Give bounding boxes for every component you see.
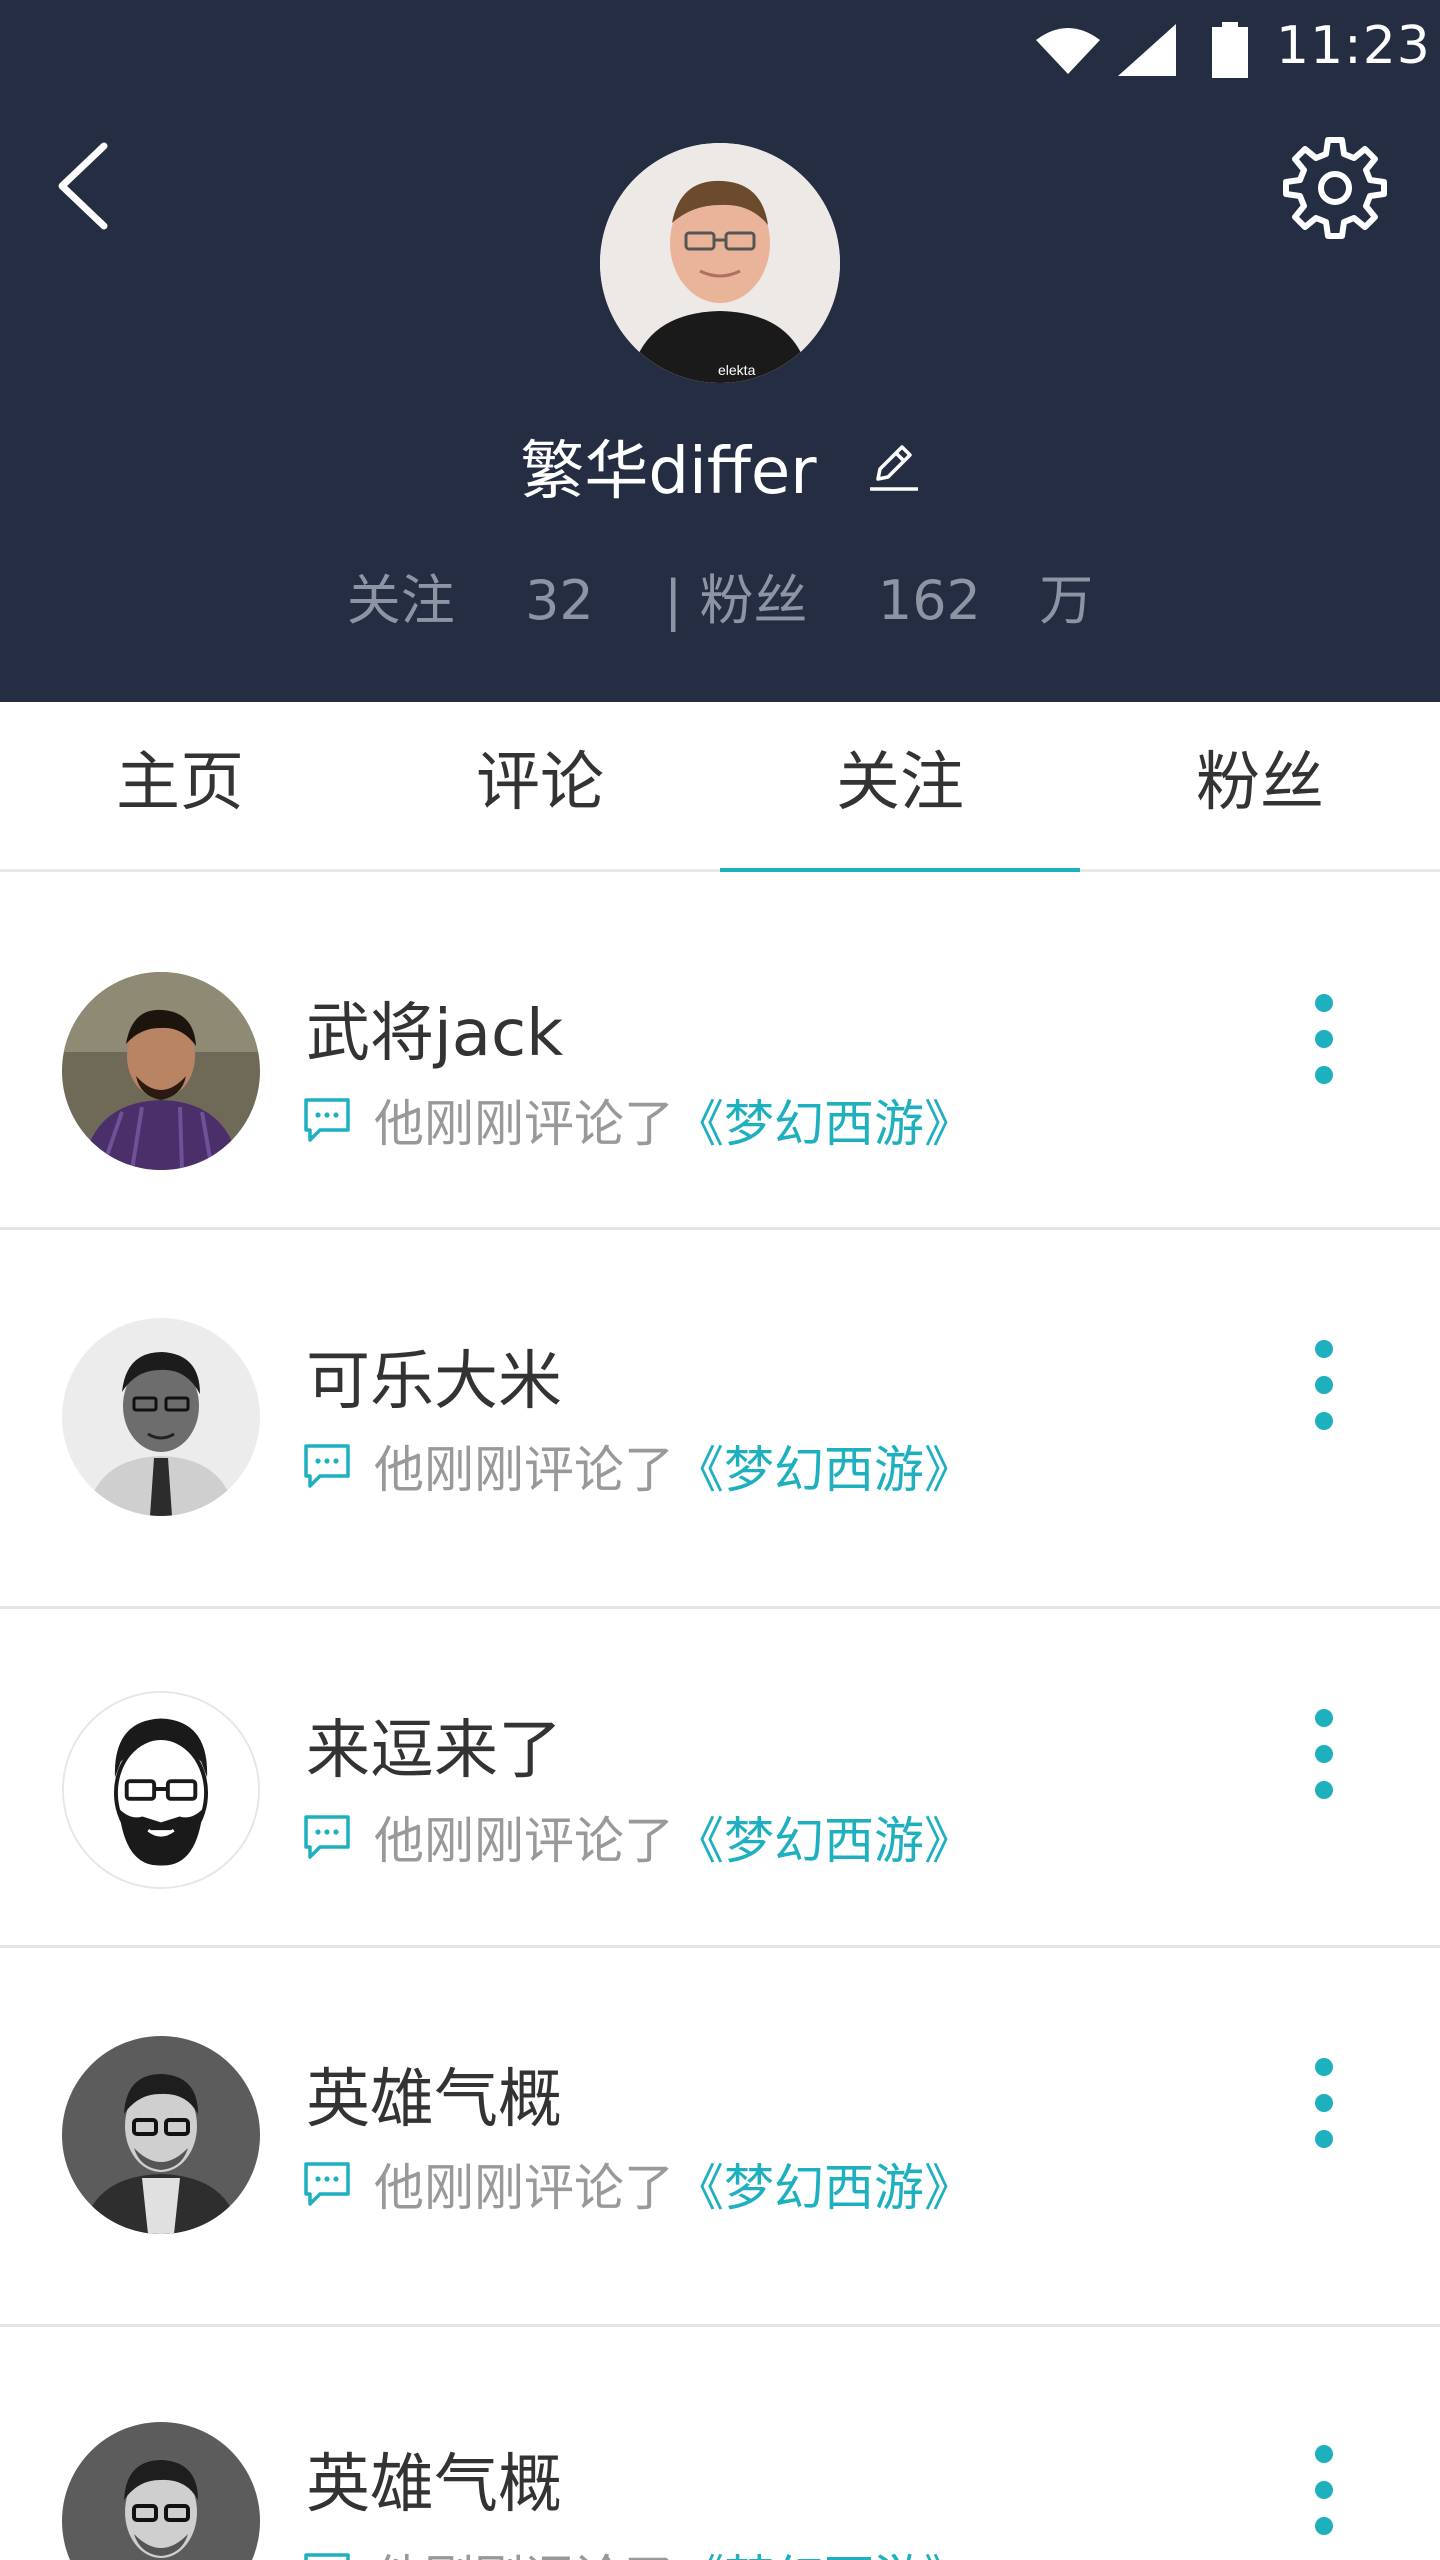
tab-comments[interactable]: 评论 [360,702,720,869]
avatar[interactable] [62,2422,260,2560]
game-link[interactable]: 《梦幻西游》 [674,1801,974,1873]
followers-unit: 万 [1039,569,1094,632]
back-arrow-icon [58,142,108,230]
stats-separator: | [664,569,683,632]
profile-header: 11:23 elekta 繁华differ 关注 32 | 粉丝 162 万 [0,0,1440,702]
list-item[interactable]: 英雄气概 他刚刚评论了 《梦幻西游》 [0,1948,1440,2327]
activity-line: 他刚刚评论了 《梦幻西游》 [302,1084,974,1156]
list-item[interactable]: 英雄气概 他刚刚评论了 《梦幻西游》 [0,2327,1440,2560]
activity-line: 他刚刚评论了 《梦幻西游》 [302,2148,974,2220]
profile-stats: 关注 32 | 粉丝 162 万 [0,556,1440,635]
profile-name-row: 繁华differ [0,420,1440,520]
back-button[interactable] [40,130,130,240]
tab-following[interactable]: 关注 [720,702,1080,872]
game-link[interactable]: 《梦幻西游》 [674,1084,974,1156]
gear-icon [1283,137,1387,239]
user-name[interactable]: 英雄气概 [306,2433,562,2525]
list-item[interactable]: 可乐大米 他刚刚评论了 《梦幻西游》 [0,1230,1440,1609]
activity-text: 他刚刚评论了 [374,2159,674,2217]
following-label[interactable]: 关注 [347,556,455,635]
activity-line: 他刚刚评论了 《梦幻西游》 [302,2539,974,2560]
svg-text:elekta: elekta [718,362,756,378]
profile-tabs: 主页 评论 关注 粉丝 [0,702,1440,872]
user-name[interactable]: 英雄气概 [306,2048,562,2140]
followers-count[interactable]: 162 [878,569,981,632]
avatar[interactable] [62,2036,260,2234]
pencil-icon[interactable] [866,439,920,493]
activity-text: 他刚刚评论了 [374,1812,674,1870]
avatar[interactable] [62,1691,260,1889]
wifi-icon [1036,28,1100,74]
comment-icon [304,1444,350,1488]
status-time: 11:23 [1276,16,1431,76]
more-vertical-icon[interactable] [1300,994,1348,1104]
comment-icon [304,2553,350,2560]
battery-icon [1212,22,1248,78]
tab-home[interactable]: 主页 [0,702,360,869]
game-link[interactable]: 《梦幻西游》 [674,1430,974,1502]
activity-text: 他刚刚评论了 [374,2539,674,2560]
more-vertical-icon[interactable] [1300,1709,1348,1819]
profile-avatar[interactable]: elekta [600,143,840,383]
profile-name: 繁华differ [520,435,817,509]
list-item[interactable]: 武将jack 他刚刚评论了 《梦幻西游》 [0,872,1440,1230]
followers-label[interactable]: 粉丝 [700,556,808,635]
signal-icon [1118,24,1176,76]
following-list: 武将jack 他刚刚评论了 《梦幻西游》 可乐大米 他刚刚评论了 《梦幻西游》 … [0,872,1440,2560]
settings-button[interactable] [1280,130,1390,240]
following-count[interactable]: 32 [525,569,594,632]
profile-avatar-image: elekta [600,143,840,383]
more-vertical-icon[interactable] [1300,2445,1348,2555]
activity-line: 他刚刚评论了 《梦幻西游》 [302,1801,974,1873]
user-name[interactable]: 可乐大米 [306,1330,562,1422]
user-name[interactable]: 来逗来了 [306,1699,562,1791]
activity-text: 他刚刚评论了 [374,1095,674,1153]
activity-line: 他刚刚评论了 《梦幻西游》 [302,1430,974,1502]
status-bar: 11:23 [0,0,1440,100]
avatar[interactable] [62,972,260,1170]
avatar[interactable] [62,1318,260,1516]
tab-fans[interactable]: 粉丝 [1080,702,1440,869]
list-item[interactable]: 来逗来了 他刚刚评论了 《梦幻西游》 [0,1609,1440,1948]
comment-icon [304,2162,350,2206]
game-link[interactable]: 《梦幻西游》 [674,2148,974,2220]
comment-icon [304,1098,350,1142]
more-vertical-icon[interactable] [1300,2058,1348,2168]
more-vertical-icon[interactable] [1300,1340,1348,1450]
user-name[interactable]: 武将jack [306,982,563,1074]
comment-icon [304,1815,350,1859]
game-link[interactable]: 《梦幻西游》 [674,2539,974,2560]
activity-text: 他刚刚评论了 [374,1441,674,1499]
